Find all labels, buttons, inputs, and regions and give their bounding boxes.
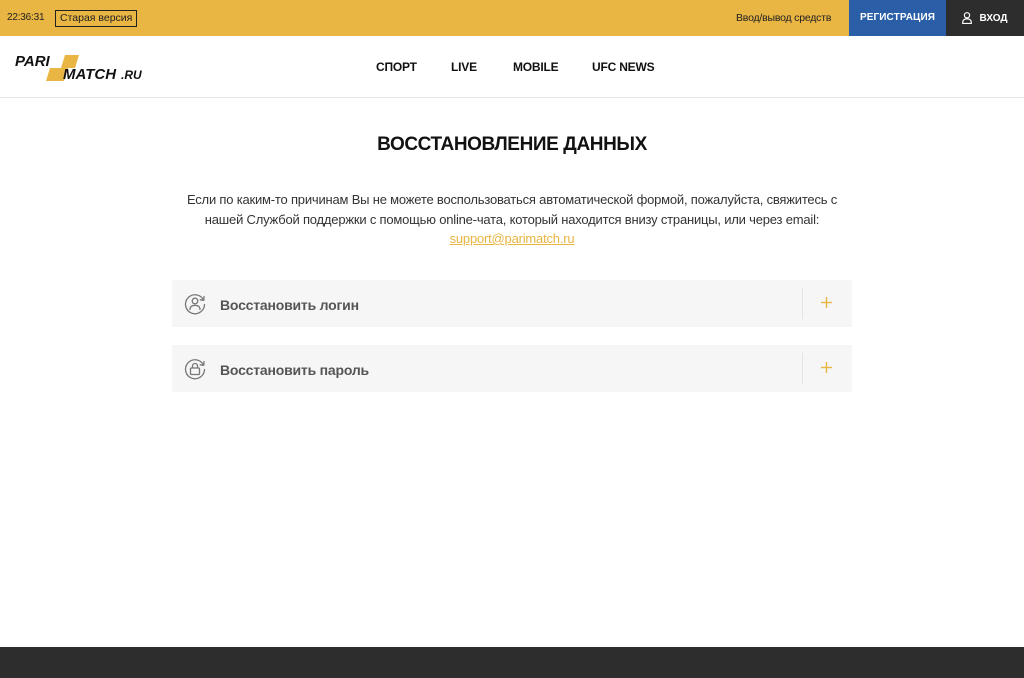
plus-icon[interactable] (820, 361, 833, 374)
nav-item-live[interactable]: LIVE (451, 36, 477, 98)
old-version-button[interactable]: Старая версия (55, 10, 138, 27)
page-title: ВОССТАНОВЛЕНИЕ ДАННЫХ (377, 134, 647, 155)
nav-item-sport[interactable]: СПОРТ (376, 36, 417, 98)
deposit-withdraw-link[interactable]: Ввод/вывод средств (736, 0, 831, 36)
recover-login-accordion[interactable]: Восстановить логин (172, 280, 852, 327)
plus-icon[interactable] (820, 296, 833, 309)
recover-login-label: Восстановить логин (220, 297, 359, 313)
nav-item-ufc-news[interactable]: UFC NEWS (592, 36, 655, 98)
accordion-divider (802, 288, 803, 319)
support-email-link[interactable]: support@parimatch.ru (450, 231, 575, 246)
top-bar: 22:36:31 Старая версия Ввод/вывод средст… (0, 0, 1024, 36)
intro-text: Если по каким-то причинам Вы не можете в… (172, 190, 852, 249)
main-nav: СПОРТ LIVE MOBILE UFC NEWS (0, 36, 1024, 98)
login-button[interactable]: ВХОД (946, 0, 1024, 36)
lock-refresh-icon (183, 357, 207, 381)
intro-line-1: Если по каким-то причинам Вы не можете в… (186, 192, 838, 207)
header: PARI MATCH .RU СПОРТ LIVE MOBILE UFC NEW… (0, 36, 1024, 98)
user-icon (962, 12, 973, 24)
intro-line-2: нашей Службой поддержки с помощью online… (204, 211, 820, 227)
footer (0, 647, 1024, 678)
recover-password-accordion[interactable]: Восстановить пароль (172, 345, 852, 392)
accordion-divider (802, 353, 803, 384)
user-refresh-icon (183, 292, 207, 316)
clock: 22:36:31 (7, 12, 45, 23)
login-label: ВХОД (979, 12, 1008, 24)
nav-item-mobile[interactable]: MOBILE (513, 36, 559, 98)
recover-password-label: Восстановить пароль (220, 362, 369, 378)
register-button[interactable]: РЕГИСТРАЦИЯ (849, 0, 946, 36)
